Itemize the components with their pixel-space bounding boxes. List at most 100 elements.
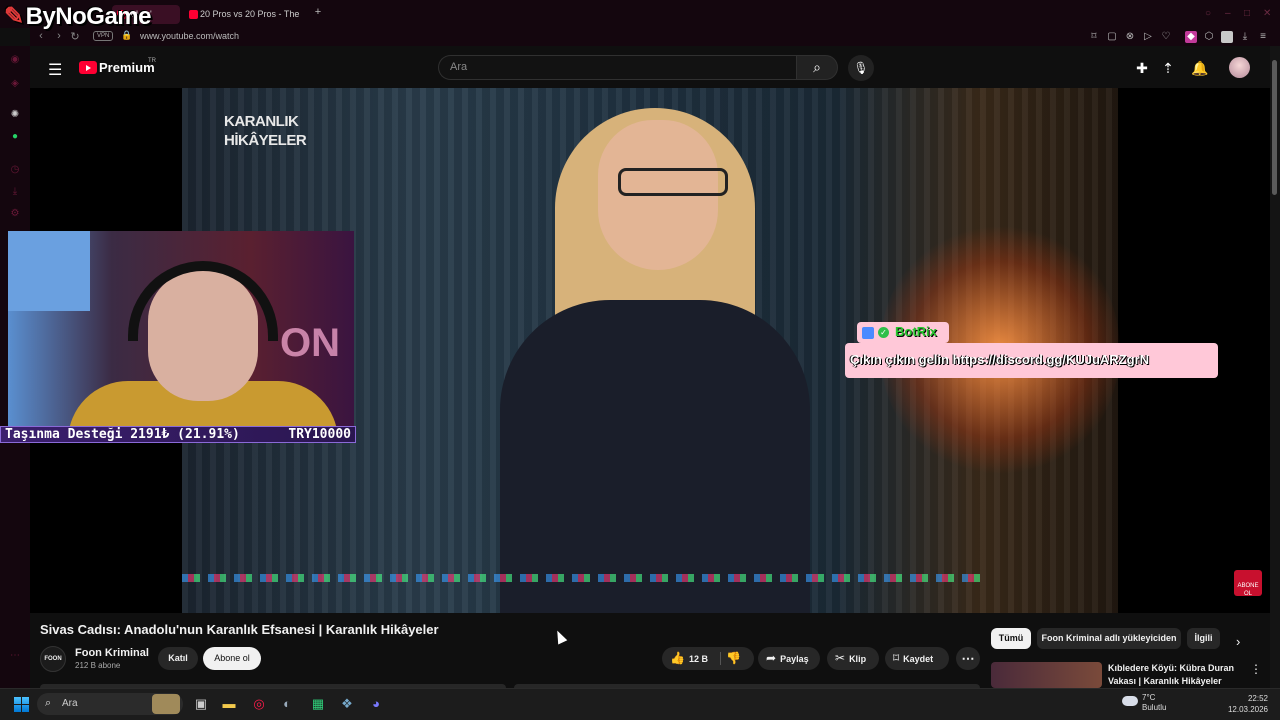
taskbar-search-icon: ⌕	[45, 697, 52, 709]
app-icon[interactable]: ❖	[337, 694, 357, 714]
clip-label: Klip	[849, 654, 867, 664]
like-dislike-group: 👍 12 B 👎	[662, 647, 754, 670]
wall-art	[8, 231, 90, 311]
back-icon[interactable]: ‹	[34, 30, 48, 42]
gx-control-icon[interactable]: ◉	[9, 54, 21, 66]
stream-logo-overlay: ✎ByNoGame	[4, 2, 151, 31]
notifications-bell-icon[interactable]: 🔔	[1191, 59, 1209, 77]
discord-icon[interactable]: ◕	[366, 694, 386, 714]
weather-desc: Bulutlu	[1142, 703, 1167, 712]
streamer-webcam: ON	[8, 231, 354, 426]
player-icon[interactable]: ▷	[1142, 31, 1154, 43]
presenter-body	[500, 300, 810, 613]
minimize-icon[interactable]: –	[1225, 9, 1235, 19]
twitch-icon[interactable]: ◈	[9, 78, 21, 90]
save-button[interactable]: ⌑ Kaydet	[885, 647, 949, 670]
related-more-icon[interactable]: ⋮	[1250, 662, 1262, 676]
presenter-glasses	[618, 168, 728, 196]
bot-badge-icon	[862, 327, 874, 339]
weather-cloud-icon	[1122, 696, 1138, 706]
vpn-badge[interactable]: VPN	[93, 31, 114, 41]
settings-icon[interactable]: ⚙	[9, 208, 21, 220]
task-view-icon[interactable]: ▣	[191, 694, 211, 714]
tab-second[interactable]: 20 Pros vs 20 Pros - The	[184, 5, 304, 24]
more-dots-icon: ⋯	[961, 651, 975, 666]
premium-extension-icon[interactable]: ✚	[1133, 59, 1151, 77]
search-tabs-icon[interactable]: ○	[1205, 9, 1215, 19]
account-avatar[interactable]	[1229, 57, 1250, 78]
clock-date: 12.03.2026	[1227, 705, 1268, 714]
show-title-logo: KARANLIK HİKÂYELER	[224, 113, 307, 149]
chip-all[interactable]: Tümü	[991, 628, 1031, 649]
like-button[interactable]: 👍 12 B	[670, 647, 708, 671]
more-actions-button[interactable]: ⋯	[956, 647, 980, 670]
download-icon[interactable]: ⤓	[1239, 31, 1251, 43]
opera-gx-icon[interactable]: ◎	[249, 694, 269, 714]
clip-button[interactable]: ✂ Klip	[827, 647, 879, 670]
taskbar-clock[interactable]: 22:52 12.03.2026	[1220, 693, 1268, 715]
chatgpt-icon[interactable]: ✺	[9, 109, 21, 121]
subscribe-watermark[interactable]: ABONE OL	[1234, 570, 1262, 597]
stream-logo-text: ByNoGame	[25, 3, 152, 30]
chip-related[interactable]: İlgili	[1187, 628, 1220, 649]
share-icon: ➦	[766, 651, 777, 665]
upload-icon[interactable]: ⇡	[1159, 59, 1177, 77]
chat-username: BotRix	[895, 324, 937, 339]
maximize-icon[interactable]: □	[1244, 9, 1254, 19]
youtube-brand[interactable]: Premium	[99, 60, 155, 75]
sidebar-more-icon[interactable]: ⋯	[9, 650, 21, 662]
new-tab-button[interactable]: +	[312, 6, 324, 18]
file-explorer-icon[interactable]: ▬	[219, 694, 239, 714]
weather-widget[interactable]: 7°C Bulutlu	[1142, 693, 1166, 713]
donation-goal-text: Taşınma Desteği 2191₺ (21.91%)	[5, 427, 240, 442]
steam-icon[interactable]: ◐	[277, 694, 297, 714]
extension-icon[interactable]: ◆	[1185, 31, 1197, 43]
history-icon[interactable]: ◷	[9, 164, 21, 176]
search-input[interactable]: Ara	[438, 55, 796, 80]
menu-icon[interactable]: ≡	[1257, 31, 1269, 43]
search-highlight-icon[interactable]	[152, 694, 180, 714]
dislike-button[interactable]: 👎	[726, 647, 741, 670]
voice-search-button[interactable]: 🎙	[848, 55, 874, 81]
bookmark-save-icon: ⌑	[893, 651, 900, 665]
downloads-icon[interactable]: ⤓	[9, 186, 21, 198]
close-icon[interactable]: ✕	[1263, 9, 1273, 19]
join-button[interactable]: Katıl	[158, 647, 198, 670]
url-field[interactable]: www.youtube.com/watch	[140, 31, 239, 41]
forward-icon[interactable]: ›	[52, 30, 66, 42]
search-button[interactable]: ⌕	[796, 55, 838, 80]
channel-name[interactable]: Foon Kriminal	[75, 647, 149, 659]
whatsapp-icon[interactable]: ●	[9, 131, 21, 143]
subscribe-button[interactable]: Abone ol	[203, 647, 261, 670]
thumbs-up-icon: 👍	[670, 651, 685, 665]
like-separator	[720, 652, 721, 665]
neon-sign: ON	[280, 321, 340, 365]
scissors-icon: ✂	[835, 651, 846, 665]
chip-from-uploader[interactable]: Foon Kriminal adlı yükleyiciden	[1037, 628, 1181, 649]
donation-goal-target: TRY10000	[288, 427, 351, 442]
game-launcher-icon[interactable]: ▦	[308, 694, 328, 714]
save-label: Kaydet	[903, 654, 934, 664]
heart-icon[interactable]: ♡	[1160, 31, 1172, 43]
adblock-icon[interactable]: ⊗	[1124, 31, 1136, 43]
share-button[interactable]: ➦ Paylaş	[758, 647, 820, 670]
snapshot-icon[interactable]: ▢	[1106, 31, 1118, 43]
extensions-puzzle-icon[interactable]: ⬡	[1203, 31, 1215, 43]
youtube-logo-icon[interactable]	[79, 61, 97, 74]
led-strip	[182, 574, 982, 582]
related-video-title[interactable]: Kıbledere Köyü: Kübra Duran Vakası | Kar…	[1108, 662, 1236, 688]
scrollbar-thumb[interactable]	[1272, 60, 1277, 195]
video-title: Sivas Cadısı: Anadolu'nun Karanlık Efsan…	[40, 622, 439, 637]
related-video-thumbnail[interactable]	[991, 662, 1102, 688]
weather-temp: 7°C	[1142, 693, 1156, 702]
channel-avatar[interactable]: FOON	[40, 646, 66, 672]
chevron-right-icon[interactable]: ›	[1236, 634, 1240, 649]
share-label: Paylaş	[780, 654, 809, 664]
youtube-favicon-icon	[189, 10, 198, 19]
hamburger-menu-icon[interactable]: ☰	[48, 60, 62, 80]
windows-start-icon[interactable]	[14, 697, 29, 712]
reload-icon[interactable]: ↻	[68, 30, 82, 43]
profile-icon[interactable]	[1221, 31, 1233, 43]
chat-message-text: Çıkın çıkın gelin https://discord.gg/KUJ…	[850, 352, 1150, 367]
bookmark-icon[interactable]: ⌑	[1088, 31, 1100, 43]
